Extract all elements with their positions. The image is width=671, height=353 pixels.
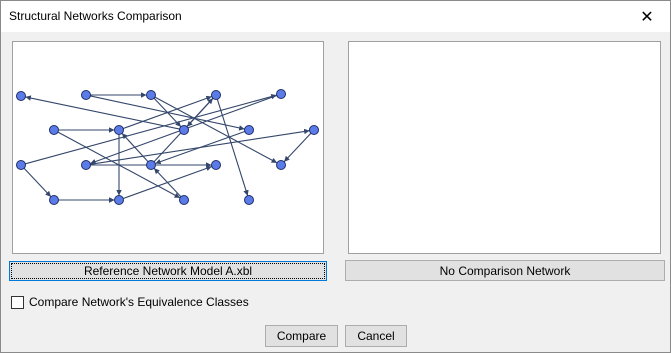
reference-network-panel xyxy=(12,41,324,254)
network-node xyxy=(146,90,156,100)
reference-network-graph xyxy=(16,89,319,205)
network-node xyxy=(179,195,189,205)
compare-equivalence-label: Compare Network's Equivalence Classes xyxy=(29,295,249,309)
network-node xyxy=(114,195,124,205)
close-icon: ✕ xyxy=(640,8,654,26)
network-node xyxy=(276,89,286,99)
network-edge xyxy=(23,167,52,198)
network-node xyxy=(49,195,59,205)
network-node xyxy=(276,160,286,170)
network-node xyxy=(211,90,221,100)
network-node xyxy=(244,125,254,135)
dialog-title: Structural Networks Comparison xyxy=(9,9,182,23)
compare-equivalence-checkbox[interactable] xyxy=(11,295,24,309)
network-edge xyxy=(155,130,245,165)
network-node xyxy=(244,195,254,205)
compare-equivalence-row[interactable]: Compare Network's Equivalence Classes xyxy=(11,295,249,309)
network-node xyxy=(49,125,59,135)
network-node xyxy=(81,90,91,100)
network-edge xyxy=(283,132,312,163)
close-button[interactable]: ✕ xyxy=(624,1,670,32)
title-bar: Structural Networks Comparison ✕ xyxy=(1,1,670,32)
network-node xyxy=(114,125,124,135)
network-node xyxy=(179,125,189,135)
network-edge xyxy=(153,167,182,198)
structural-networks-comparison-dialog: Structural Networks Comparison ✕ Referen… xyxy=(0,0,671,353)
network-node xyxy=(81,160,91,170)
network-edge xyxy=(25,95,180,130)
network-node xyxy=(16,91,26,101)
comparison-network-button[interactable]: No Comparison Network xyxy=(345,260,665,281)
network-node xyxy=(16,160,26,170)
network-node xyxy=(309,125,319,135)
comparison-network-panel xyxy=(348,41,661,254)
network-edge xyxy=(154,96,278,164)
reference-network-button[interactable]: Reference Network Model A.xbl xyxy=(9,261,327,281)
compare-button[interactable]: Compare xyxy=(265,325,338,347)
cancel-button[interactable]: Cancel xyxy=(345,325,407,347)
network-node xyxy=(146,160,156,170)
network-edge xyxy=(216,99,249,196)
network-node xyxy=(211,160,221,170)
